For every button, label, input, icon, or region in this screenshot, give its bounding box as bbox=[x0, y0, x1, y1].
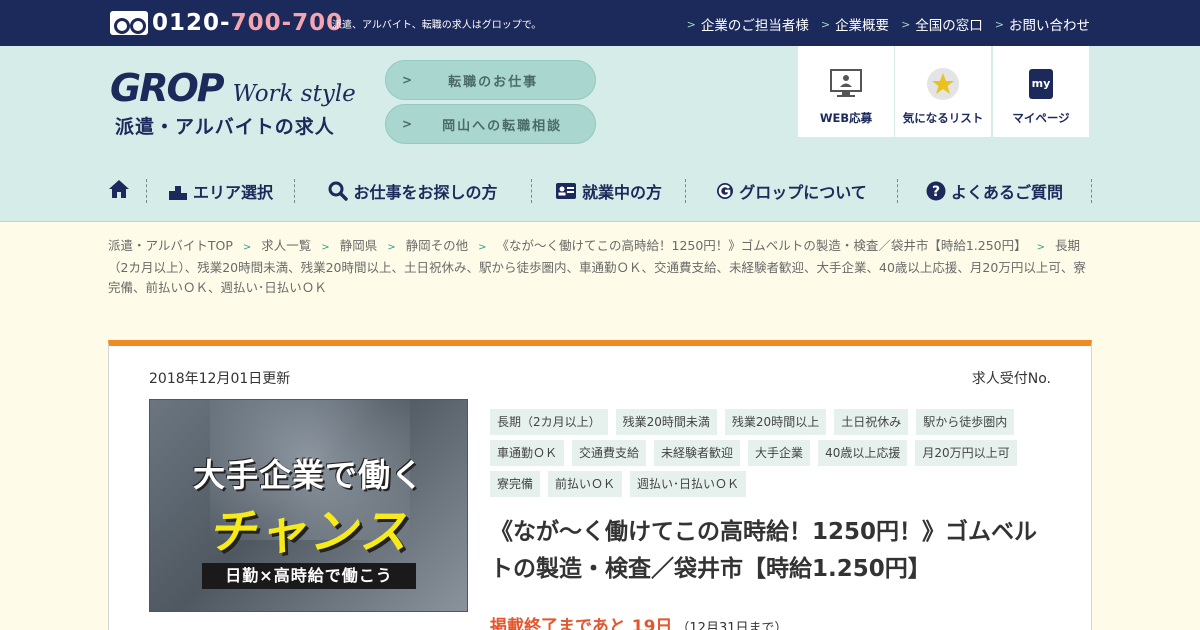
grop-icon bbox=[716, 182, 734, 200]
job-tag: 土日祝休み bbox=[834, 409, 909, 435]
job-tag: 車通勤ＯＫ bbox=[490, 440, 565, 466]
chevron-right-icon: > bbox=[478, 242, 487, 253]
career-jobs-button[interactable]: > 転職のお仕事 bbox=[385, 60, 596, 100]
updated-date: 2018年12月01日更新 bbox=[149, 371, 291, 387]
site-tagline: 派遣、アルバイト、転職の求人はグロップで。 bbox=[332, 20, 542, 31]
breadcrumb: 派遣・アルバイトTOP > 求人一覧 > 静岡県 > 静岡その他 > 《なが～く働けてこの高時給… bbox=[108, 236, 1092, 298]
area-icon bbox=[168, 181, 188, 201]
phone-number[interactable]: 0120- 700-700 bbox=[110, 10, 343, 36]
favorites-button[interactable]: 気になるリスト bbox=[895, 46, 991, 137]
nav-faq[interactable]: ? よくあるご質問 bbox=[898, 178, 1091, 204]
nav-divider bbox=[1091, 179, 1092, 203]
chevron-right-icon: > bbox=[686, 17, 696, 31]
chevron-right-icon: > bbox=[820, 17, 831, 31]
nav-current-workers[interactable]: 就業中の方 bbox=[532, 178, 685, 204]
link-company-overview[interactable]: > 企業概要 bbox=[820, 14, 889, 35]
phone-digits: 700-700 bbox=[230, 10, 344, 36]
web-apply-label: WEB応募 bbox=[819, 111, 873, 125]
job-tag: 週払い･日払いＯＫ bbox=[630, 471, 747, 497]
job-tag: 残業20時間以上 bbox=[724, 409, 827, 435]
nav-home[interactable] bbox=[108, 178, 146, 204]
web-apply-icon bbox=[829, 68, 863, 100]
site-logo[interactable]: GROP Work style 派遣・アルバイトの求人 bbox=[110, 66, 356, 139]
banner-headline: 大手企業で働く bbox=[192, 456, 424, 494]
web-apply-button[interactable]: WEB応募 bbox=[798, 46, 894, 137]
job-tag: 残業20時間未満 bbox=[615, 409, 717, 435]
chevron-right-icon: > bbox=[402, 117, 415, 131]
job-tag: 月20万円以上可 bbox=[915, 440, 1017, 466]
breadcrumb-area[interactable]: 静岡その他 bbox=[406, 238, 469, 253]
job-tag: 未経験者歓迎 bbox=[654, 440, 741, 466]
id-card-icon bbox=[555, 182, 577, 200]
logo-work-style: Work style bbox=[232, 81, 356, 107]
breadcrumb-prefecture[interactable]: 静岡県 bbox=[340, 238, 378, 253]
breadcrumb-top[interactable]: 派遣・アルバイトTOP bbox=[108, 238, 233, 253]
link-corporate-clients[interactable]: > 企業のご担当者様 bbox=[686, 14, 809, 35]
job-tag: 寮完備 bbox=[490, 471, 541, 497]
phone-prefix: 0120- bbox=[152, 10, 231, 36]
deadline-date: （12月31日まで） bbox=[676, 621, 788, 630]
breadcrumb-job-list[interactable]: 求人一覧 bbox=[261, 238, 311, 253]
svg-text:?: ? bbox=[932, 184, 940, 200]
nav-about-grop[interactable]: グロップについて bbox=[686, 178, 897, 204]
top-bar: 0120- 700-700 派遣、アルバイト、転職の求人はグロップで。 > 企業の… bbox=[0, 0, 1200, 46]
logo-wordmark: GROP bbox=[110, 66, 225, 110]
banner-chance: チャンス bbox=[207, 504, 410, 560]
breadcrumb-job[interactable]: 《なが～く働けてこの高時給！1250円！》ゴムベルトの製造・検査／袋井市【時給1… bbox=[497, 238, 1027, 253]
free-dial-icon bbox=[110, 11, 148, 35]
job-card: 2018年12月01日更新 求人受付No. 大手企業で働く チャンス 日勤×高時… bbox=[108, 340, 1092, 630]
posting-deadline: 掲載終了まであと 19日 （12月31日まで） bbox=[490, 612, 788, 630]
job-tags: 長期（2カ月以上） 残業20時間未満 残業20時間以上 土日祝休み 駅から徒歩圏… bbox=[490, 409, 1060, 497]
job-number-label: 求人受付No. bbox=[971, 371, 1051, 387]
svg-text:my: my bbox=[1032, 77, 1051, 90]
star-icon bbox=[926, 68, 960, 100]
job-title: 《なが～く働けてこの高時給！1250円！》ゴムベルトの製造・検査／袋井市【時給1… bbox=[490, 519, 1038, 582]
main-nav: エリア選択 お仕事をお探しの方 就業中の方 グロップについて ? よくあるご質問 bbox=[108, 176, 1092, 206]
link-offices[interactable]: > 全国の窓口 bbox=[901, 14, 983, 35]
favorites-label: 気になるリスト bbox=[902, 111, 984, 125]
search-icon bbox=[328, 181, 349, 201]
link-contact[interactable]: > お問い合わせ bbox=[994, 14, 1090, 35]
nav-area-select[interactable]: エリア選択 bbox=[147, 178, 294, 204]
deadline-remaining: 掲載終了まであと 19日 bbox=[490, 617, 673, 630]
nav-job-seekers[interactable]: お仕事をお探しの方 bbox=[295, 178, 531, 204]
job-tag: 長期（2カ月以上） bbox=[490, 409, 608, 435]
job-tag: 駅から徒歩圏内 bbox=[916, 409, 1015, 435]
okayama-consult-button[interactable]: > 岡山への転職相談 bbox=[385, 104, 596, 144]
top-links: > 企業のご担当者様 > 企業概要 > 全国の窓口 > お問い合わせ bbox=[686, 14, 1090, 35]
chevron-right-icon: > bbox=[402, 73, 415, 87]
banner-subline: 日勤×高時給で働こう bbox=[202, 563, 416, 589]
home-icon bbox=[108, 178, 130, 204]
job-tag: 40歳以上応援 bbox=[818, 440, 908, 466]
my-page-label: マイページ bbox=[1012, 111, 1070, 125]
site-header: GROP Work style 派遣・アルバイトの求人 > 転職のお仕事 > 岡… bbox=[0, 46, 1200, 222]
job-tag: 大手企業 bbox=[748, 440, 811, 466]
chevron-right-icon: > bbox=[387, 242, 396, 253]
job-banner-image: 大手企業で働く チャンス 日勤×高時給で働こう bbox=[149, 399, 468, 612]
job-tag: 交通費支給 bbox=[572, 440, 647, 466]
chevron-right-icon: > bbox=[1036, 242, 1045, 253]
logo-tagline: 派遣・アルバイトの求人 bbox=[115, 116, 335, 138]
chevron-right-icon: > bbox=[994, 17, 1004, 31]
question-icon: ? bbox=[926, 181, 946, 201]
chevron-right-icon: > bbox=[901, 17, 911, 31]
my-page-icon: my bbox=[1024, 68, 1058, 100]
chevron-right-icon: > bbox=[321, 242, 330, 253]
chevron-right-icon: > bbox=[242, 242, 252, 253]
my-page-button[interactable]: my マイページ bbox=[993, 46, 1089, 137]
job-tag: 前払いＯＫ bbox=[548, 471, 623, 497]
